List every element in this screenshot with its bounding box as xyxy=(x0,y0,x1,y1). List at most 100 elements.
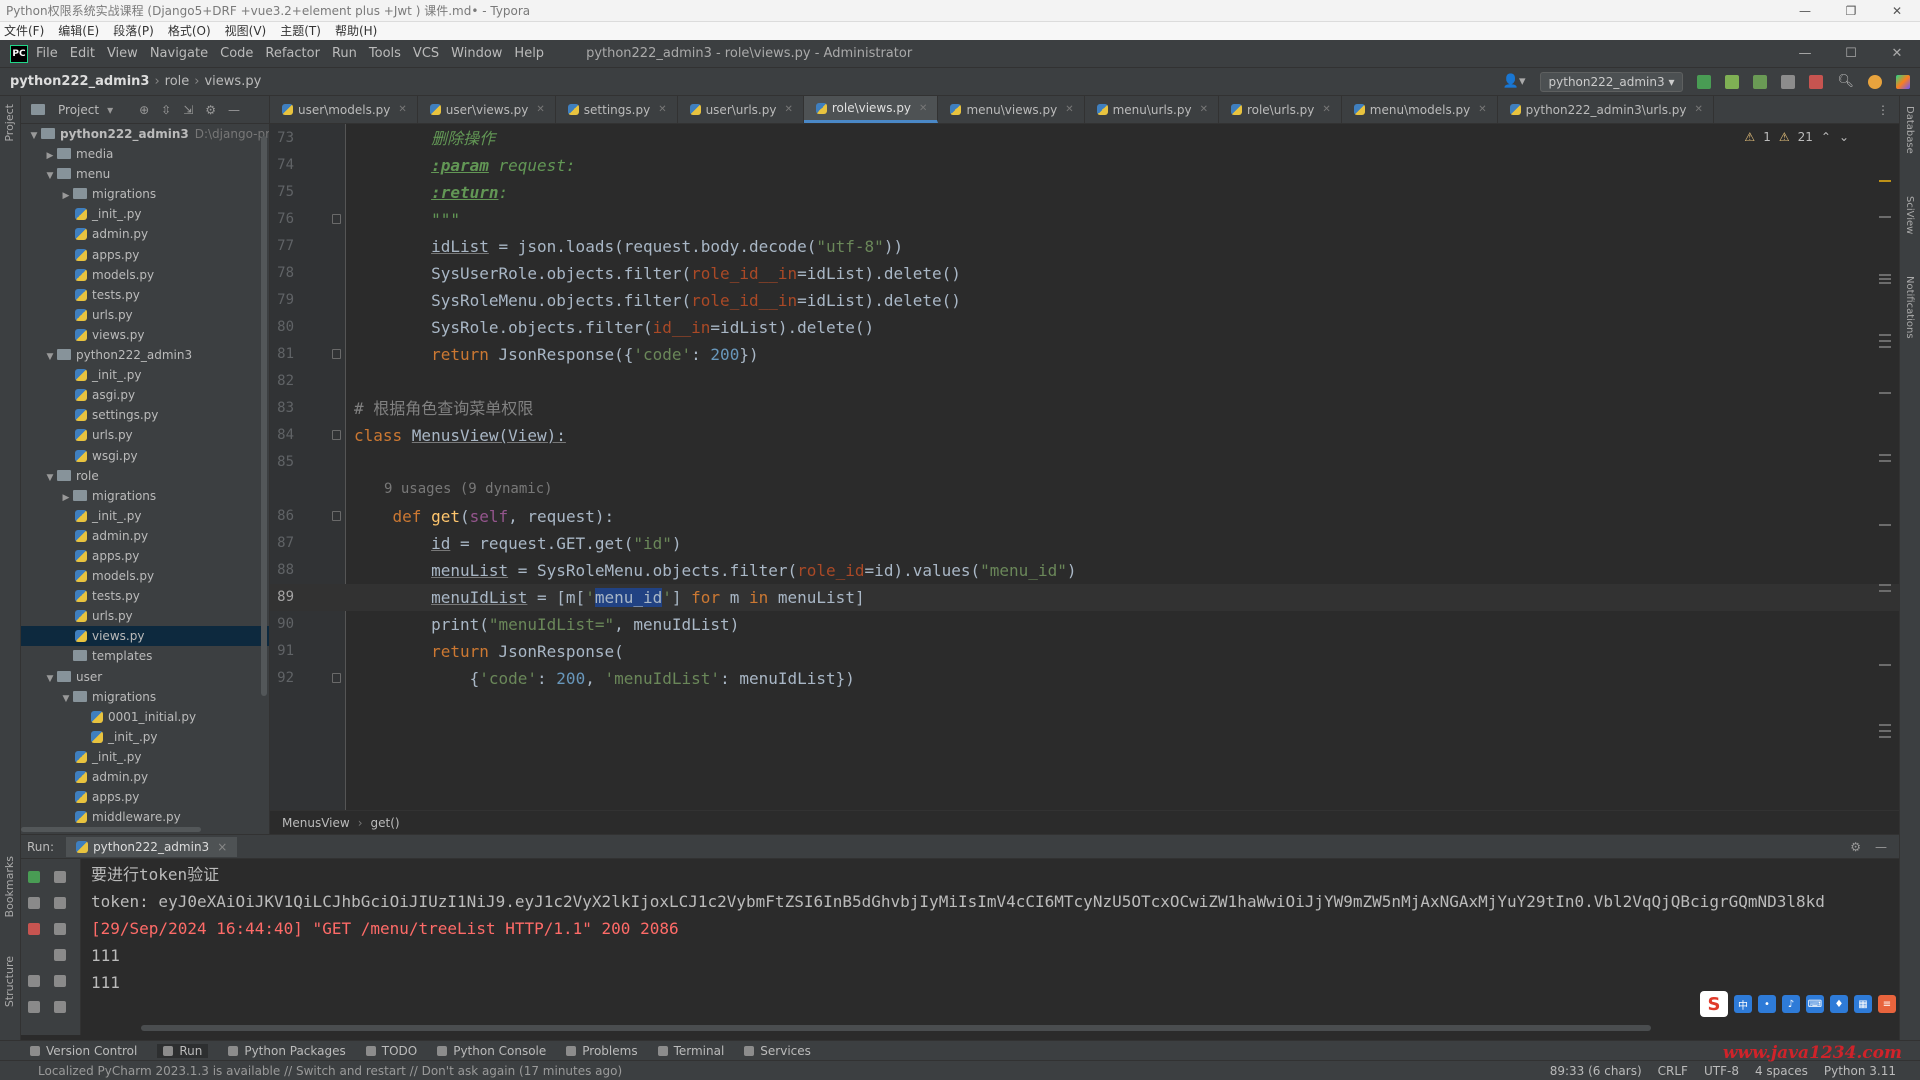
gear-icon[interactable]: ⚙ xyxy=(205,103,216,117)
chevron-right-icon[interactable]: ▶ xyxy=(59,488,73,508)
editor-tab[interactable]: role\urls.py ✕ xyxy=(1219,96,1342,123)
editor-tab[interactable]: python222_admin3\urls.py ✕ xyxy=(1498,96,1714,123)
tree-file[interactable]: _init_.py xyxy=(21,506,269,526)
typora-menu-item[interactable]: 帮助(H) xyxy=(335,22,377,40)
tree-file[interactable]: urls.py xyxy=(21,305,269,325)
error-stripe-mark[interactable] xyxy=(1879,730,1891,732)
close-icon[interactable]: ✕ xyxy=(1200,104,1208,115)
expand-all-icon[interactable]: ⇳ xyxy=(161,103,171,117)
editor-tab[interactable]: user\models.py ✕ xyxy=(270,96,418,123)
tool-problems[interactable]: Problems xyxy=(566,1044,638,1058)
breadcrumb-file[interactable]: views.py xyxy=(204,74,261,89)
collapse-all-icon[interactable]: ⇲ xyxy=(183,103,193,117)
chevron-up-icon[interactable]: ⌃ xyxy=(1821,130,1831,144)
chevron-down-icon[interactable]: ▼ xyxy=(27,126,41,146)
tree-folder[interactable]: ▼ python222_admin3 D:\django-pr xyxy=(21,124,269,144)
close-icon[interactable]: ✕ xyxy=(536,104,544,115)
console-horizontal-scrollbar[interactable] xyxy=(141,1025,1651,1031)
project-scrollbar[interactable] xyxy=(261,136,267,696)
chevron-right-icon[interactable]: ▶ xyxy=(59,186,73,206)
tree-file[interactable]: models.py xyxy=(21,265,269,285)
menu-file[interactable]: File xyxy=(36,46,58,61)
maximize-icon[interactable]: ☐ xyxy=(1828,46,1874,61)
chevron-down-icon[interactable]: ▼ xyxy=(43,347,57,367)
status-item[interactable]: UTF-8 xyxy=(1704,1064,1739,1078)
menu-code[interactable]: Code xyxy=(220,46,253,61)
microphone-icon[interactable]: ♪ xyxy=(1782,995,1800,1013)
tree-folder[interactable]: ▼ python222_admin3 xyxy=(21,345,269,365)
chevron-down-icon[interactable]: ▼ xyxy=(43,669,57,689)
typora-menu-item[interactable]: 主题(T) xyxy=(280,22,321,40)
menu-view[interactable]: View xyxy=(107,46,138,61)
tree-file[interactable]: apps.py xyxy=(21,245,269,265)
arrow-down-icon[interactable] xyxy=(54,897,66,909)
menu-help[interactable]: Help xyxy=(514,46,544,61)
typora-menu-item[interactable]: 文件(F) xyxy=(4,22,44,40)
tree-file[interactable]: apps.py xyxy=(21,546,269,566)
breadcrumb-project[interactable]: python222_admin3 xyxy=(10,74,149,89)
toolbox-icon[interactable]: ▦ xyxy=(1854,995,1872,1013)
menu-run[interactable]: Run xyxy=(332,46,357,61)
error-stripe-mark[interactable] xyxy=(1879,392,1891,394)
tool-version-control[interactable]: Version Control xyxy=(30,1044,137,1058)
fold-icon[interactable] xyxy=(332,673,341,683)
menu-window[interactable]: Window xyxy=(451,46,502,61)
gear-icon[interactable]: ⚙ xyxy=(1850,840,1861,854)
tree-file[interactable]: 0001_initial.py xyxy=(21,707,269,727)
tool-python-console[interactable]: Python Console xyxy=(437,1044,546,1058)
tree-folder[interactable]: ▼ menu xyxy=(21,164,269,184)
close-icon[interactable]: ✕ xyxy=(919,103,927,114)
error-stripe-mark[interactable] xyxy=(1879,180,1891,182)
tree-file[interactable]: tests.py xyxy=(21,586,269,606)
close-icon[interactable]: ✕ xyxy=(658,104,666,115)
usages-inlay-hint[interactable]: 9 usages (9 dynamic) xyxy=(384,476,553,503)
arrow-up-icon[interactable] xyxy=(54,871,66,883)
status-message[interactable]: Localized PyCharm 2023.1.3 is available … xyxy=(38,1064,622,1078)
menu-edit[interactable]: Edit xyxy=(70,46,95,61)
tree-file[interactable]: _init_.py xyxy=(21,727,269,747)
error-stripe-mark[interactable] xyxy=(1879,216,1891,218)
ime-language-toggle[interactable]: 中 xyxy=(1734,995,1752,1013)
tree-folder[interactable]: ▶ migrations xyxy=(21,486,269,506)
close-icon[interactable]: ✕ xyxy=(398,104,406,115)
status-item[interactable]: CRLF xyxy=(1658,1064,1688,1078)
layout-icon[interactable] xyxy=(28,975,40,987)
run-tab[interactable]: python222_admin3 × xyxy=(66,836,238,857)
coverage-icon[interactable] xyxy=(1753,74,1768,89)
breadcrumb-class[interactable]: MenusView xyxy=(282,816,350,830)
tree-file[interactable]: views.py xyxy=(21,626,269,647)
hide-icon[interactable]: — xyxy=(1875,840,1887,854)
bookmarks-tool-label[interactable]: Bookmarks xyxy=(3,856,16,917)
stop-icon[interactable] xyxy=(1809,74,1824,89)
sciview-tool-label[interactable]: SciView xyxy=(1904,196,1915,234)
project-tool-label[interactable]: Project xyxy=(3,104,16,142)
tree-folder[interactable]: ▶ migrations xyxy=(21,184,269,204)
editor-tab[interactable]: settings.py ✕ xyxy=(556,96,678,123)
run-console[interactable]: 要进行token验证 token: eyJ0eXAiOiJKV1QiLCJhbGc… xyxy=(81,859,1899,1035)
tool-todo[interactable]: TODO xyxy=(365,1044,417,1058)
tree-file[interactable]: _init_.py xyxy=(21,365,269,385)
skin-icon[interactable]: ♦ xyxy=(1830,995,1848,1013)
tree-file[interactable]: admin.py xyxy=(21,224,269,244)
soft-wrap-icon[interactable] xyxy=(54,923,66,935)
project-view-select[interactable]: Project xyxy=(58,103,99,117)
error-stripe-mark[interactable] xyxy=(1879,724,1891,726)
error-stripe-mark[interactable] xyxy=(1879,736,1891,738)
tree-file[interactable]: urls.py xyxy=(21,606,269,626)
close-icon[interactable]: ✕ xyxy=(784,104,792,115)
error-stripe-mark[interactable] xyxy=(1879,282,1891,284)
tool-services[interactable]: Services xyxy=(744,1044,811,1058)
chevron-down-icon[interactable]: ▼ xyxy=(43,468,57,488)
debug-icon[interactable] xyxy=(1725,74,1740,89)
fold-icon[interactable] xyxy=(332,430,341,440)
tree-file[interactable]: admin.py xyxy=(21,767,269,787)
menu-tools[interactable]: Tools xyxy=(369,46,401,61)
status-item[interactable]: 4 spaces xyxy=(1755,1064,1808,1078)
locate-icon[interactable]: ⊕ xyxy=(139,103,149,117)
tree-folder[interactable]: templates xyxy=(21,646,269,666)
keyboard-icon[interactable]: ⌨ xyxy=(1806,995,1824,1013)
error-stripe-mark[interactable] xyxy=(1879,460,1891,462)
error-stripe-mark[interactable] xyxy=(1879,278,1891,280)
tree-file[interactable]: wsgi.py xyxy=(21,446,269,466)
wrench-icon[interactable] xyxy=(28,897,40,909)
